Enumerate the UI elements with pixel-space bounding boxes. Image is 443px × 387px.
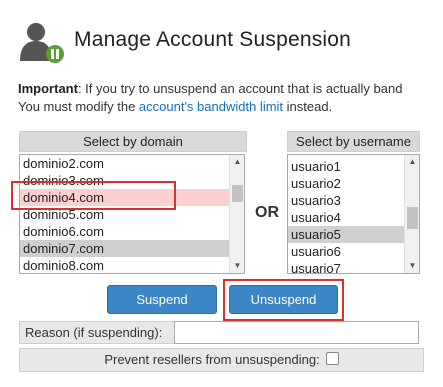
notice-line2-before: You must modify the	[18, 99, 139, 114]
domain-highlight-box	[11, 181, 176, 210]
important-notice: Important: If you try to unsuspend an ac…	[18, 80, 443, 116]
page-title: Manage Account Suspension	[74, 28, 352, 51]
username-list-item[interactable]: usuario4	[288, 209, 404, 226]
domain-list-item[interactable]: dominio7.com	[20, 240, 229, 257]
bandwidth-limit-link[interactable]: account's bandwidth limit	[139, 99, 283, 114]
or-label: OR	[255, 204, 279, 221]
prevent-resellers-label: Prevent resellers from unsuspending:	[104, 352, 320, 367]
domain-scroll-thumb[interactable]	[232, 185, 243, 202]
scroll-down-icon[interactable]: ▼	[230, 259, 244, 273]
suspend-button[interactable]: Suspend	[107, 285, 217, 314]
scroll-up-icon[interactable]: ▲	[405, 155, 419, 169]
domain-scrollbar[interactable]: ▲ ▼	[229, 155, 244, 273]
domain-listbox[interactable]: dominio2.com dominio3.com dominio4.com domi…	[19, 154, 245, 274]
scroll-down-icon[interactable]: ▼	[405, 259, 419, 273]
domain-list-item[interactable]: dominio6.com	[20, 223, 229, 240]
username-list-item[interactable]: usuario6	[288, 243, 404, 260]
username-list-item[interactable]: usuario5	[288, 226, 404, 243]
prevent-resellers-checkbox[interactable]	[325, 352, 339, 365]
prevent-resellers-row: Prevent resellers from unsuspending:	[19, 348, 424, 372]
username-scrollbar[interactable]: ▲ ▼	[404, 155, 419, 273]
username-scroll-thumb[interactable]	[407, 207, 418, 229]
scroll-up-icon[interactable]: ▲	[230, 155, 244, 169]
notice-line1: : If you try to unsuspend an account tha…	[77, 81, 403, 96]
notice-bold-label: Important	[18, 81, 78, 96]
notice-line2-after: instead.	[283, 99, 333, 114]
unsuspend-button[interactable]: Unsuspend	[229, 285, 338, 314]
domain-list-item[interactable]: dominio8.com	[20, 257, 229, 273]
reason-row: Reason (if suspending):	[19, 321, 422, 344]
username-panel-header: Select by username	[287, 131, 420, 152]
username-listbox[interactable]: usuario1 usuario2 usuario3 usuario4 usuario5…	[287, 154, 420, 274]
domain-panel-header: Select by domain	[19, 131, 247, 152]
user-suspend-icon	[18, 21, 68, 65]
username-list-item[interactable]: usuario7	[288, 260, 404, 273]
domain-list-item[interactable]: dominio2.com	[20, 155, 229, 172]
username-list-item[interactable]: usuario3	[288, 192, 404, 209]
reason-label: Reason (if suspending):	[19, 321, 176, 344]
username-list-item[interactable]: usuario1	[288, 158, 404, 175]
reason-input[interactable]	[174, 321, 419, 344]
username-list-item[interactable]: usuario2	[288, 175, 404, 192]
